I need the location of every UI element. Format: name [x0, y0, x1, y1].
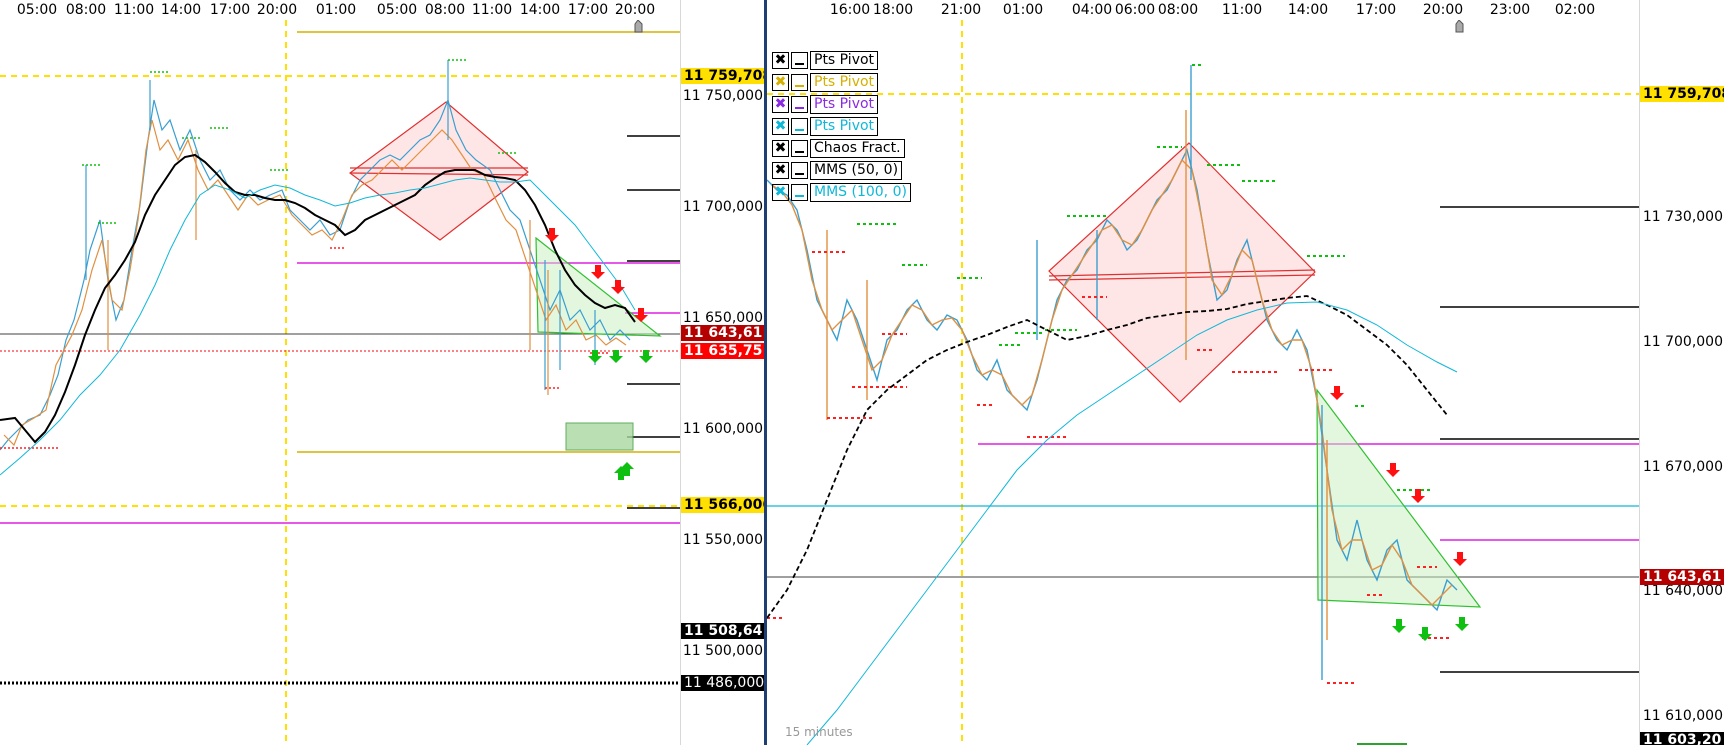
- visibility-checkbox[interactable]: ✖: [772, 183, 789, 201]
- time-label: 14:00: [1287, 2, 1329, 18]
- time-label: 20:00: [256, 2, 298, 18]
- time-label: 20:00: [1422, 2, 1464, 18]
- level-tag: 11 486,000: [681, 675, 764, 691]
- chart-pane-right[interactable]: 16:00 18:00 21:00 01:00 04:00 06:00 08:0…: [767, 0, 1724, 745]
- time-axis-left[interactable]: 05:00 08:00 11:00 14:00 17:00 20:00 01:0…: [0, 0, 764, 20]
- time-label: 14:00: [519, 2, 561, 18]
- price-axis-left[interactable]: 11 750,000 11 700,000 11 650,000 11 600,…: [680, 0, 764, 745]
- legend-row[interactable]: ✖ MMS (50, 0): [772, 160, 911, 180]
- visibility-checkbox[interactable]: ✖: [772, 117, 789, 135]
- visibility-checkbox[interactable]: ✖: [772, 161, 789, 179]
- pivot-low-tag: 11 566,006: [681, 497, 764, 513]
- current-price-tag: 11 635,75: [681, 343, 764, 359]
- indicator-legend: ✖ Pts Pivot ✖ Pts Pivot ✖ Pts Pivot ✖ Pt…: [772, 50, 911, 204]
- legend-row[interactable]: ✖ Chaos Fract.: [772, 138, 911, 158]
- time-label: 18:00: [872, 2, 914, 18]
- time-label: 06:00: [1114, 2, 1156, 18]
- price-axis-right[interactable]: 11 730,000 11 700,000 11 670,000 11 640,…: [1639, 0, 1724, 745]
- minimize-icon[interactable]: [791, 73, 808, 91]
- legend-row[interactable]: ✖ MMS (100, 0): [772, 182, 911, 202]
- price-label: 11 610,000: [1642, 708, 1723, 724]
- minimize-icon[interactable]: [791, 95, 808, 113]
- time-label: 23:00: [1489, 2, 1531, 18]
- legend-label[interactable]: Pts Pivot: [810, 94, 879, 114]
- legend-row[interactable]: ✖ Pts Pivot: [772, 50, 911, 70]
- minimize-icon[interactable]: [791, 51, 808, 69]
- time-label: 08:00: [1157, 2, 1199, 18]
- time-label: 20:00: [614, 2, 656, 18]
- time-label: 14:00: [160, 2, 202, 18]
- last-price-tag: 11 643,61: [681, 325, 764, 341]
- visibility-checkbox[interactable]: ✖: [772, 51, 789, 69]
- minimize-icon[interactable]: [791, 139, 808, 157]
- bottom-price-tag: 11 603,20: [1640, 732, 1724, 745]
- time-axis-right[interactable]: 16:00 18:00 21:00 01:00 04:00 06:00 08:0…: [767, 0, 1724, 20]
- time-label: 01:00: [315, 2, 357, 18]
- price-label: 11 700,000: [1642, 334, 1723, 350]
- legend-label[interactable]: MMS (100, 0): [810, 182, 911, 202]
- pivot-high-tag: 11 759,708: [681, 68, 764, 84]
- pivot-high-tag: 11 759,708: [1640, 86, 1724, 102]
- legend-label[interactable]: Pts Pivot: [810, 72, 879, 92]
- price-label: 11 670,000: [1642, 459, 1723, 475]
- minimize-icon[interactable]: [791, 161, 808, 179]
- price-label: 11 700,000: [682, 199, 763, 215]
- time-label: 08:00: [65, 2, 107, 18]
- time-label: 11:00: [1221, 2, 1263, 18]
- legend-label[interactable]: MMS (50, 0): [810, 160, 903, 180]
- timeframe-label: 15 minutes: [785, 725, 853, 739]
- time-label: 05:00: [376, 2, 418, 18]
- legend-label[interactable]: Pts Pivot: [810, 116, 879, 136]
- price-label: 11 730,000: [1642, 209, 1723, 225]
- time-label: 17:00: [567, 2, 609, 18]
- price-label: 11 600,000: [682, 421, 763, 437]
- time-label: 11:00: [113, 2, 155, 18]
- price-label: 11 550,000: [682, 532, 763, 548]
- minimize-icon[interactable]: [791, 183, 808, 201]
- time-label: 08:00: [424, 2, 466, 18]
- time-label: 02:00: [1554, 2, 1596, 18]
- legend-row[interactable]: ✖ Pts Pivot: [772, 94, 911, 114]
- price-label: 11 650,000: [682, 310, 763, 326]
- time-label: 17:00: [209, 2, 251, 18]
- minimize-icon[interactable]: [791, 117, 808, 135]
- time-label: 16:00: [829, 2, 871, 18]
- time-label: 17:00: [1355, 2, 1397, 18]
- price-label: 11 750,000: [682, 88, 763, 104]
- time-label: 11:00: [471, 2, 513, 18]
- time-label: 05:00: [16, 2, 58, 18]
- visibility-checkbox[interactable]: ✖: [772, 139, 789, 157]
- legend-label[interactable]: Chaos Fract.: [810, 138, 905, 158]
- visibility-checkbox[interactable]: ✖: [772, 95, 789, 113]
- last-price-tag: 11 643,61: [1640, 569, 1724, 585]
- legend-label[interactable]: Pts Pivot: [810, 50, 879, 70]
- visibility-checkbox[interactable]: ✖: [772, 73, 789, 91]
- time-label: 04:00: [1071, 2, 1113, 18]
- price-label: 11 640,000: [1642, 583, 1723, 599]
- time-label: 21:00: [940, 2, 982, 18]
- chart-pane-left[interactable]: 05:00 08:00 11:00 14:00 17:00 20:00 01:0…: [0, 0, 764, 745]
- level-tag: 11 508,64: [681, 623, 764, 639]
- legend-row[interactable]: ✖ Pts Pivot: [772, 72, 911, 92]
- time-label: 01:00: [1002, 2, 1044, 18]
- price-chart-left[interactable]: [0, 20, 680, 745]
- legend-row[interactable]: ✖ Pts Pivot: [772, 116, 911, 136]
- price-label: 11 500,000: [682, 643, 763, 659]
